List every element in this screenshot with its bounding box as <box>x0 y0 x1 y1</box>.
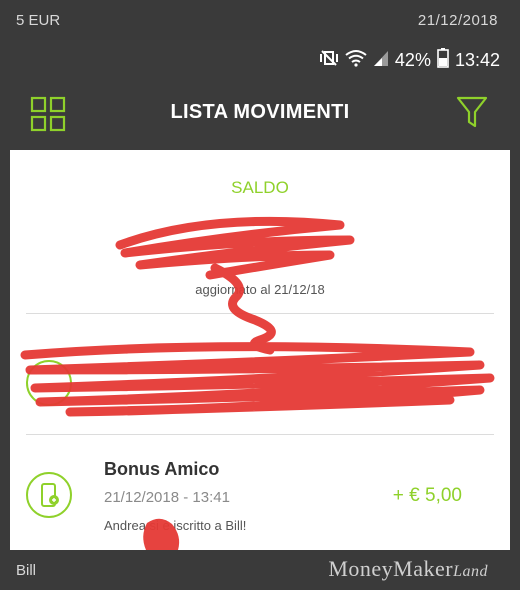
movement-icon-redacted <box>26 360 72 406</box>
watermark-main: MoneyMaker <box>328 556 454 581</box>
watermark-logo: MoneyMakerLand <box>328 556 488 582</box>
balance-label: SALDO <box>231 178 289 197</box>
battery-icon <box>437 48 449 73</box>
battery-percent: 42% <box>394 50 431 70</box>
date-caption: 21/12/2018 <box>417 12 498 29</box>
divider <box>26 313 494 314</box>
watermark-suffix: Land <box>453 563 488 580</box>
caption-top: 5 EUR 21/12/2018 <box>0 0 520 40</box>
movement-title: Bonus Amico <box>104 459 220 479</box>
movement-description: Andrea si è iscritto a Bill! <box>104 518 247 533</box>
balance-updated: aggiornato al 21/12/18 <box>195 282 325 297</box>
page-title: LISTA MOVIMENTI <box>170 101 350 123</box>
app-bar: LISTA MOVIMENTI <box>10 76 510 150</box>
signal-icon <box>373 49 389 72</box>
wifi-icon <box>345 49 367 72</box>
divider <box>26 434 494 435</box>
app-caption: Bill <box>16 562 37 579</box>
status-bar: 42% 13:42 <box>10 40 510 76</box>
movement-datetime: 21/12/2018 - 13:41 <box>104 489 230 506</box>
clock: 13:42 <box>454 50 500 70</box>
amount-caption: 5 EUR <box>16 12 61 29</box>
movement-amount: + € 5,00 <box>392 485 462 506</box>
filter-icon[interactable] <box>456 96 488 130</box>
phone-screen: 42% 13:42 LISTA MOVIMENTI SALDO aggiorna… <box>10 40 510 550</box>
vibrate-mute-icon <box>319 49 339 72</box>
phone-icon <box>26 472 72 518</box>
